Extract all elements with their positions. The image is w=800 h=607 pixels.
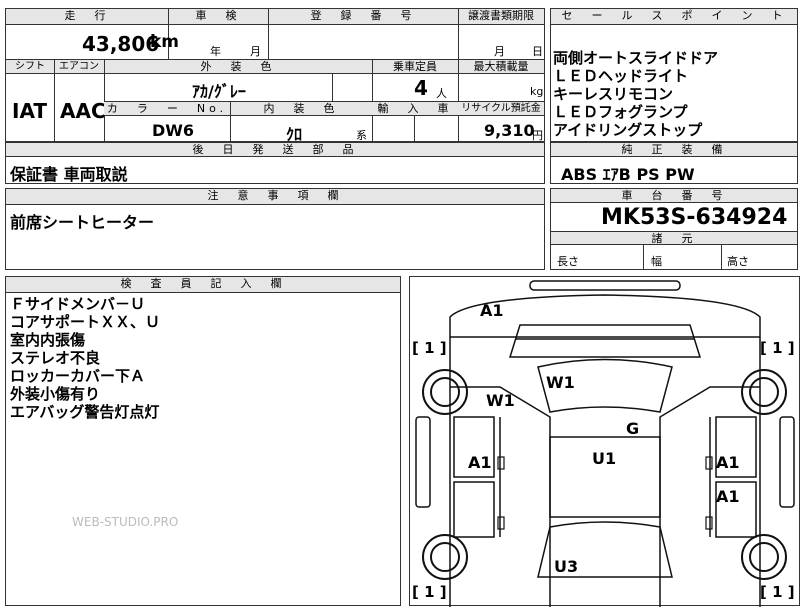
inspector-note-line: Ｆサイドメンバ－Ｕ [10, 295, 146, 313]
inspector-note-line: エアバッグ警告灯点灯 [10, 403, 160, 421]
mark-bracket-tl: [ 1 ] [412, 339, 447, 357]
mileage-unit: km [150, 32, 180, 52]
mileage-value: 43,806 [82, 32, 160, 56]
import-header: 輸 入 車 [372, 102, 458, 116]
sales-points-box: セ ー ル ス ポ イ ン ト 両側オートスライドドア ＬＥＤヘッドライト キー… [550, 8, 798, 142]
mark-roof-g: G [626, 419, 640, 438]
transfer-day-label: 日 [532, 45, 543, 58]
recycle-header: リサイクル預託金 [458, 102, 544, 116]
color-no-header: カ ラ ー No. [104, 102, 230, 116]
mark-front-top: A1 [480, 301, 504, 320]
transfer-header: 譲渡書類期限 [458, 9, 544, 25]
chassis-box: 車 台 番 号 MK53S-634924 諸 元 長さ 幅 高さ [550, 188, 798, 270]
inspector-note-line: ロッカーカバー下Ａ [10, 367, 146, 385]
mark-rear: U3 [554, 557, 579, 576]
mark-right-door-rear: A1 [716, 487, 740, 506]
mark-bracket-bl: [ 1 ] [412, 583, 447, 601]
mark-hood-left: W1 [486, 391, 515, 410]
mileage-header: 走 行 [6, 9, 168, 25]
sales-point-item: アイドリングストップ [553, 121, 703, 139]
transfer-month-label: 月 [494, 45, 505, 58]
dimensions-header: 諸 元 [551, 231, 797, 245]
inspector-note-line: 室内内張傷 [10, 331, 86, 349]
inspector-notes-header: 検 査 員 記 入 欄 [6, 277, 400, 293]
notes-box: 注 意 事 項 欄 前席シートヒーター [5, 188, 545, 270]
genuine-equipment-header: 純 正 装 備 [551, 143, 797, 157]
sales-point-item: ＬＥＤヘッドライト [553, 67, 689, 85]
inspector-note-line: 外装小傷有り [10, 385, 101, 403]
later-parts-box: 後 日 発 送 部 品 保証書 車両取説 [5, 142, 545, 184]
inspector-note-line: ステレオ不良 [10, 349, 101, 367]
height-label: 高さ [727, 255, 749, 268]
exterior-color-value: ｱｶ/ｸﾞﾚｰ [192, 82, 246, 101]
exterior-color-header: 外 装 色 [104, 60, 372, 74]
inspector-notes-box: 検 査 員 記 入 欄 Ｆサイドメンバ－Ｕ コアサポートＸＸ、Ｕ 室内内張傷 ス… [5, 276, 401, 606]
color-no-value: DW6 [152, 121, 195, 140]
genuine-equipment-box: 純 正 装 備 ABS ｴｱB PS PW [550, 142, 798, 184]
capacity-header: 乗車定員 [372, 60, 458, 74]
mark-bracket-br: [ 1 ] [760, 583, 795, 601]
sales-point-item: ＬＥＤフォグランプ [553, 103, 688, 121]
max-load-unit: kg [530, 85, 544, 98]
max-load-header: 最大積載量 [458, 60, 544, 74]
sales-point-item: 両側オートスライドドア [553, 49, 719, 67]
watermark: WEB-STUDIO.PRO [72, 515, 179, 529]
mark-left-door: A1 [468, 453, 492, 472]
inspection-header: 車 検 [168, 9, 268, 25]
width-label: 幅 [651, 255, 662, 268]
inspection-year-label: 年 [210, 45, 221, 58]
capacity-value: 4 [414, 76, 428, 100]
vehicle-info-table: 走 行 車 検 登 録 番 号 譲渡書類期限 43,806 km 年 月 月 日… [5, 8, 545, 144]
chassis-value: MK53S-634924 [601, 205, 788, 230]
interior-color-header: 内 装 色 [230, 102, 372, 116]
capacity-unit: 人 [436, 87, 447, 100]
mark-bracket-tr: [ 1 ] [760, 339, 795, 357]
mark-right-door-front: A1 [716, 453, 740, 472]
notes-header: 注 意 事 項 欄 [6, 189, 544, 205]
chassis-header: 車 台 番 号 [551, 189, 797, 203]
mark-roof-u: U1 [592, 449, 617, 468]
aircon-header: エアコン [54, 60, 104, 74]
genuine-equipment-value: ABS ｴｱB PS PW [561, 165, 695, 184]
recycle-unit: 円 [532, 129, 543, 142]
notes-value: 前席シートヒーター [10, 213, 155, 232]
later-parts-value: 保証書 車両取説 [10, 165, 128, 184]
aircon-value: AAC [60, 99, 106, 123]
sales-points-header: セ ー ル ス ポ イ ン ト [551, 9, 797, 25]
inspector-note-line: コアサポートＸＸ、Ｕ [10, 313, 161, 331]
inspection-month-label: 月 [250, 45, 261, 58]
registration-header: 登 録 番 号 [268, 9, 458, 25]
car-outline-drawing [415, 280, 795, 607]
later-parts-header: 後 日 発 送 部 品 [6, 143, 544, 157]
mark-windshield: W1 [546, 373, 575, 392]
length-label: 長さ [557, 255, 579, 268]
interior-color-suffix: 系 [356, 129, 367, 142]
shift-header: シフト [6, 60, 54, 74]
recycle-value: 9,310 [484, 121, 535, 140]
car-diagram: A1 W1 W1 G U1 A1 A1 A1 U3 [ 1 ] [ 1 ] [ … [409, 276, 800, 607]
shift-value: IAT [12, 99, 48, 123]
sales-point-item: キーレスリモコン [553, 85, 674, 103]
